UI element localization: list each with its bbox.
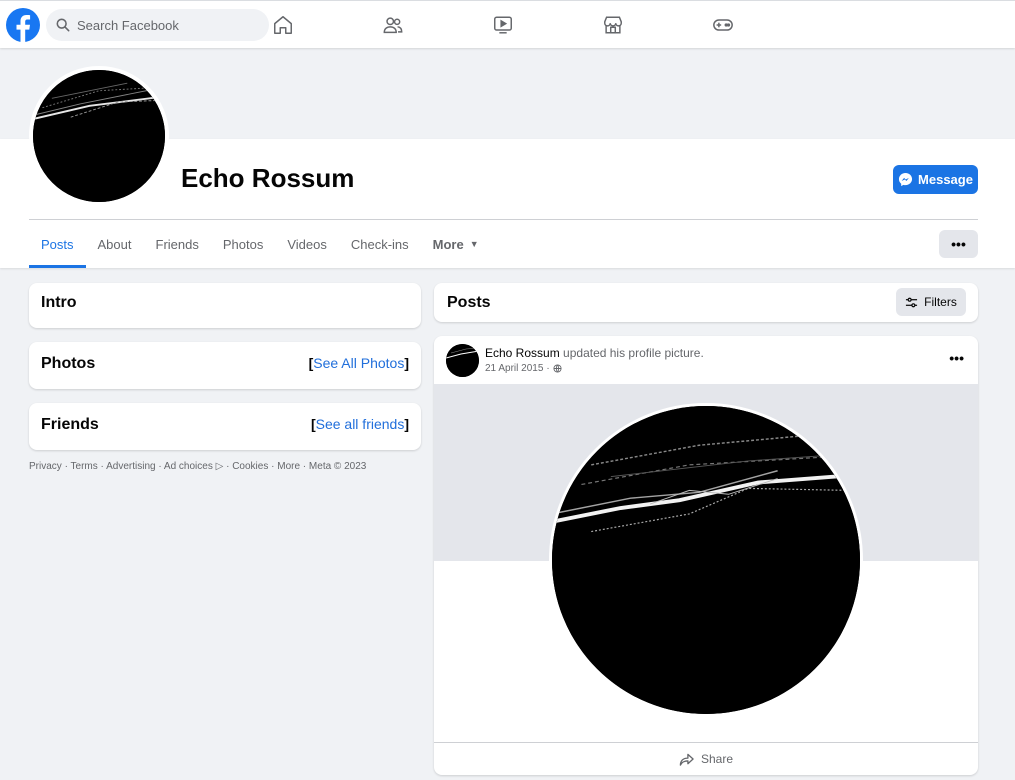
facebook-profile-page: Echo Rossum Message Posts About Friends … xyxy=(0,0,1015,780)
footer-links: Privacy · Terms · Advertising · Ad choic… xyxy=(29,461,367,472)
globe-icon xyxy=(553,364,562,373)
messenger-icon xyxy=(898,172,913,187)
footer-ad-choices-link[interactable]: Ad choices xyxy=(164,461,213,472)
search-input[interactable] xyxy=(77,17,257,33)
share-label: Share xyxy=(700,752,734,766)
share-button[interactable]: Share xyxy=(434,743,978,775)
footer-privacy-link[interactable]: Privacy xyxy=(29,461,62,472)
footer-advertising-link[interactable]: Advertising xyxy=(106,461,155,472)
tab-more[interactable]: More ▼ xyxy=(421,220,491,268)
tab-posts[interactable]: Posts xyxy=(29,220,86,268)
see-all-photos-label: See All Photos xyxy=(313,355,405,371)
profile-name: Echo Rossum xyxy=(181,163,355,193)
photos-card: Photos [See All Photos] xyxy=(29,342,421,389)
meta-separator: · xyxy=(546,363,550,374)
friends-card: Friends [See all friends] xyxy=(29,403,421,450)
post-options-icon[interactable]: ••• xyxy=(949,350,964,366)
watch-icon[interactable] xyxy=(491,13,515,37)
tab-label: About xyxy=(97,236,132,252)
tab-about[interactable]: About xyxy=(86,220,144,268)
footer-terms-link[interactable]: Terms xyxy=(71,461,98,472)
post-meta: 21 April 2015 · xyxy=(485,363,562,374)
marketplace-icon[interactable] xyxy=(601,13,625,37)
message-button-label: Message xyxy=(918,172,973,187)
post-headline: Echo Rossum updated his profile picture. xyxy=(485,346,704,360)
posts-header-card: Posts Filters xyxy=(434,283,978,322)
tab-videos[interactable]: Videos xyxy=(275,220,339,268)
see-all-friends-link[interactable]: [See all friends] xyxy=(311,416,409,432)
post-date-link[interactable]: 21 April 2015 xyxy=(485,363,543,374)
post-author-avatar[interactable] xyxy=(446,344,479,377)
top-navigation-bar xyxy=(0,0,1015,48)
message-button[interactable]: Message xyxy=(893,165,978,194)
caret-down-icon: ▼ xyxy=(469,239,479,249)
share-icon xyxy=(679,753,694,766)
tab-friends[interactable]: Friends xyxy=(144,220,211,268)
filters-button[interactable]: Filters xyxy=(896,288,966,316)
post-card: Echo Rossum updated his profile picture.… xyxy=(434,336,978,775)
post-author-link[interactable]: Echo Rossum xyxy=(485,346,560,360)
ad-choices-icon: ▷ xyxy=(215,461,224,472)
more-dots-icon: ••• xyxy=(951,236,966,252)
filters-icon xyxy=(906,297,918,307)
footer-meta-copyright: Meta © 2023 xyxy=(308,461,367,472)
filters-label: Filters xyxy=(924,295,957,309)
search-box[interactable] xyxy=(46,9,269,41)
tab-label: Friends xyxy=(155,236,199,252)
gaming-icon[interactable] xyxy=(711,13,735,37)
tab-label: Check-ins xyxy=(350,236,409,252)
profile-tabs: Posts About Friends Photos Videos Check-… xyxy=(29,220,491,268)
tab-check-ins[interactable]: Check-ins xyxy=(339,220,421,268)
search-icon xyxy=(56,18,70,32)
see-all-photos-link[interactable]: [See All Photos] xyxy=(309,355,409,371)
tab-photos[interactable]: Photos xyxy=(211,220,275,268)
posts-title: Posts xyxy=(447,294,491,311)
profile-avatar[interactable] xyxy=(29,66,169,206)
footer-more-link[interactable]: More xyxy=(277,461,300,472)
facebook-logo[interactable] xyxy=(6,8,40,42)
intro-title: Intro xyxy=(41,294,77,311)
see-all-friends-label: See all friends xyxy=(315,416,405,432)
post-profile-picture[interactable] xyxy=(549,403,863,717)
photos-title: Photos xyxy=(41,355,96,372)
tab-label: Photos xyxy=(222,236,264,252)
footer-cookies-link[interactable]: Cookies xyxy=(232,461,268,472)
tab-label: More xyxy=(432,236,464,252)
post-action-text: updated his profile picture. xyxy=(563,346,704,360)
home-icon[interactable] xyxy=(271,13,295,37)
friends-icon[interactable] xyxy=(381,13,405,37)
profile-more-options-button[interactable]: ••• xyxy=(939,230,978,258)
tab-label: Videos xyxy=(287,236,327,252)
intro-card: Intro xyxy=(29,283,421,328)
friends-title: Friends xyxy=(41,416,99,433)
tab-label: Posts xyxy=(41,236,74,252)
